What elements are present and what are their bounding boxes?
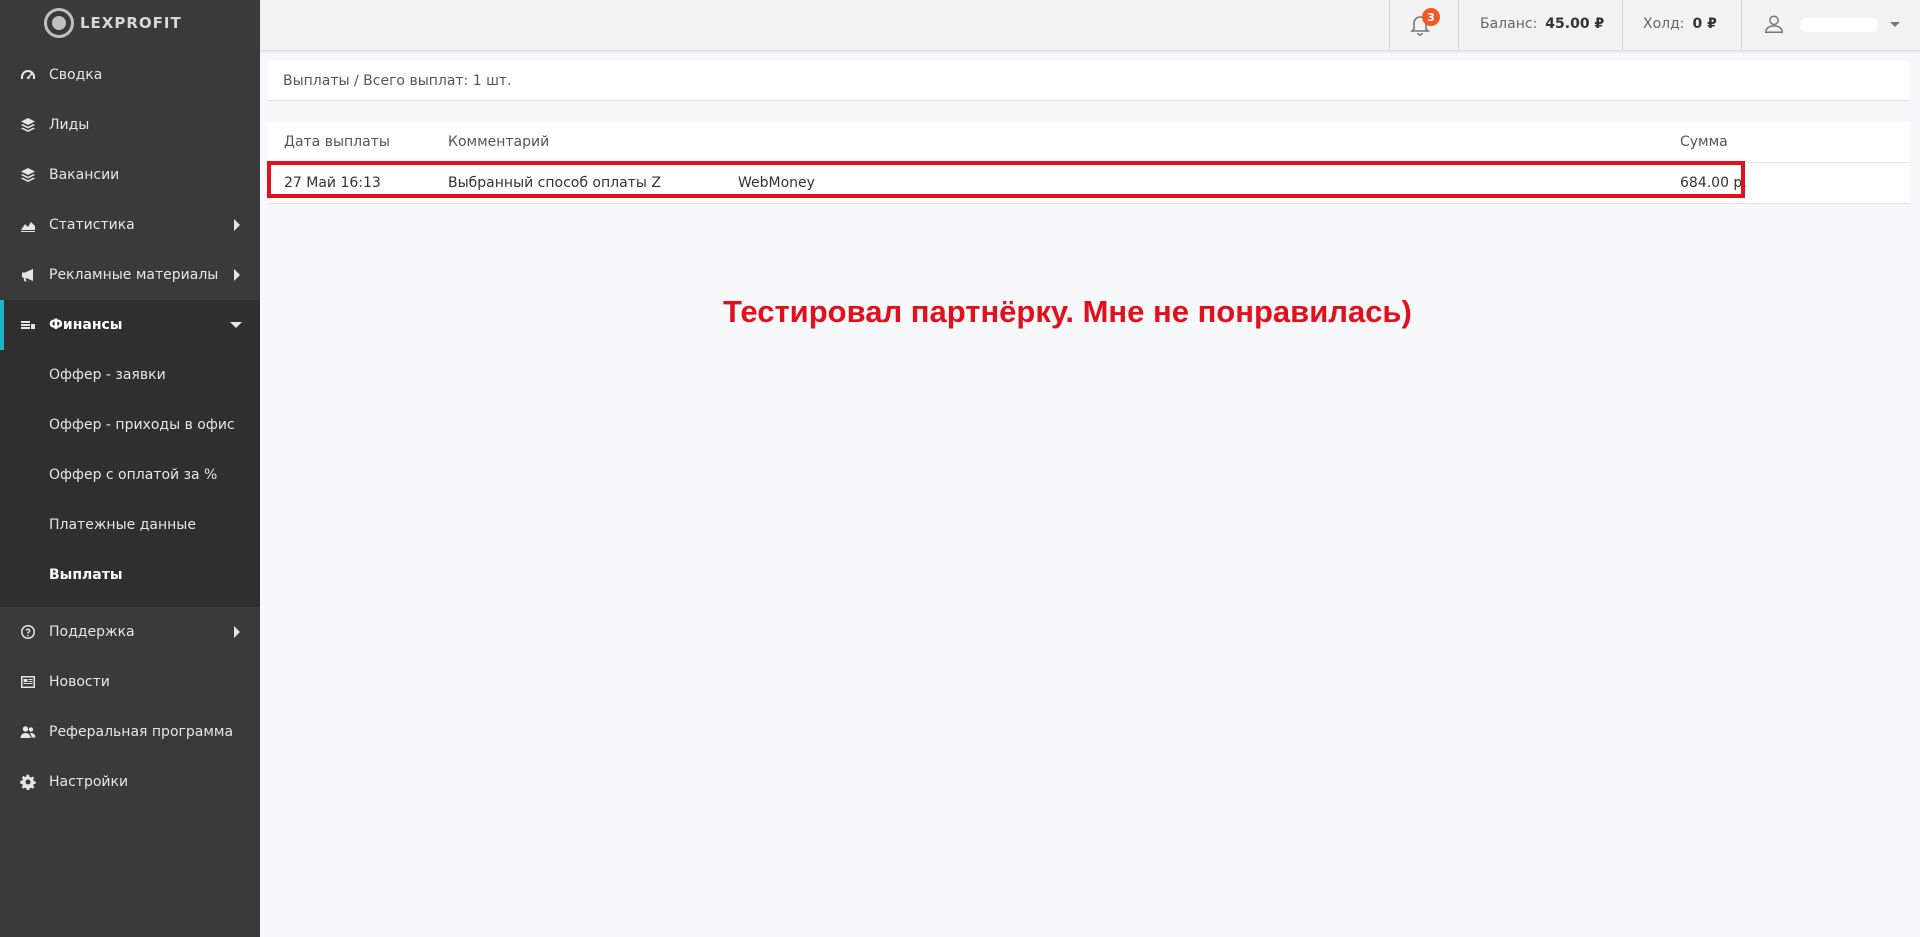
topbar-divider: [1458, 0, 1459, 50]
sidebar-item-label: Статистика: [49, 217, 135, 233]
topbar: 3 Баланс: 45.00 ₽ Холд: 0 ₽: [260, 0, 1920, 51]
notifications-badge: 3: [1422, 8, 1440, 26]
payout-sum: 684.00 р.: [1680, 175, 1747, 191]
sidebar-subitem-offer-office-visits[interactable]: Оффер - приходы в офис: [0, 400, 260, 450]
user-name-redacted[interactable]: [1800, 18, 1878, 32]
speedometer-icon: [18, 67, 38, 83]
brand-name: LEXPROFIT: [80, 14, 182, 32]
sidebar-subitem-offer-percent[interactable]: Оффер с оплатой за %: [0, 450, 260, 500]
sidebar-item-label: Новости: [49, 674, 110, 690]
money-icon: [18, 317, 38, 333]
sidebar-item-support[interactable]: Поддержка: [0, 607, 260, 657]
chevron-down-icon[interactable]: [1890, 22, 1900, 27]
annotation-text: Тестировал партнёрку. Мне не понравилась…: [723, 294, 1412, 329]
question-circle-icon: [18, 624, 38, 640]
sidebar-item-vacancies[interactable]: Вакансии: [0, 150, 260, 200]
newspaper-icon: [18, 674, 38, 690]
sidebar-item-leads[interactable]: Лиды: [0, 100, 260, 150]
logo-icon: [44, 8, 74, 38]
payouts-table: Дата выплаты Комментарий Сумма 27 Май 16…: [268, 122, 1910, 204]
layers-icon: [18, 117, 38, 133]
topbar-divider: [1622, 0, 1623, 50]
sidebar-item-summary[interactable]: Сводка: [0, 50, 260, 100]
sidebar-item-label: Реферальная программа: [49, 724, 234, 740]
gear-icon: [18, 774, 38, 790]
sidebar-subitem-payouts[interactable]: Выплаты: [0, 550, 260, 600]
hold-value: 0 ₽: [1692, 16, 1717, 32]
sidebar-item-label: Лиды: [49, 117, 90, 133]
sidebar-item-label: Рекламные материалы: [49, 267, 219, 283]
balance-value: 45.00 ₽: [1545, 16, 1605, 32]
sidebar-nav: Сводка Лиды Вакансии Статистика Рекламны…: [0, 50, 260, 807]
balance-label: Баланс:: [1480, 16, 1538, 32]
sidebar-item-finance[interactable]: Финансы: [0, 300, 260, 350]
sidebar-item-label: Сводка: [49, 67, 103, 83]
sidebar-item-settings[interactable]: Настройки: [0, 757, 260, 807]
column-header-sum[interactable]: Сумма: [1680, 134, 1728, 150]
balance-display: Баланс: 45.00 ₽: [1480, 16, 1604, 32]
table-header: Дата выплаты Комментарий Сумма: [268, 122, 1910, 163]
payout-comment: Выбранный способ оплаты Z: [448, 175, 661, 191]
sidebar: LEXPROFIT Сводка Лиды Вакансии Статистик…: [0, 0, 260, 937]
layers-icon: [18, 167, 38, 183]
topbar-divider: [1741, 0, 1742, 50]
brand-logo[interactable]: LEXPROFIT: [0, 0, 260, 46]
megaphone-icon: [18, 267, 38, 283]
sidebar-item-label: Настройки: [49, 774, 129, 790]
chevron-right-icon: [234, 626, 240, 638]
chevron-right-icon: [234, 269, 240, 281]
users-icon: [18, 724, 38, 740]
sidebar-item-news[interactable]: Новости: [0, 657, 260, 707]
finance-submenu: Оффер - заявки Оффер - приходы в офис Оф…: [0, 350, 260, 607]
sidebar-item-referral[interactable]: Реферальная программа: [0, 707, 260, 757]
sidebar-item-statistics[interactable]: Статистика: [0, 200, 260, 250]
payout-method: WebMoney: [738, 175, 815, 191]
payout-date: 27 Май 16:13: [284, 175, 381, 191]
chevron-right-icon: [234, 219, 240, 231]
sidebar-item-ad-materials[interactable]: Рекламные материалы: [0, 250, 260, 300]
breadcrumb: Выплаты / Всего выплат: 1 шт.: [268, 61, 1910, 101]
column-header-comment[interactable]: Комментарий: [448, 134, 549, 150]
area-chart-icon: [18, 217, 38, 233]
hold-display: Холд: 0 ₽: [1643, 16, 1717, 32]
user-icon[interactable]: [1763, 13, 1785, 35]
sidebar-subitem-offer-requests[interactable]: Оффер - заявки: [0, 350, 260, 400]
sidebar-item-label: Вакансии: [49, 167, 120, 183]
topbar-divider: [1389, 0, 1390, 50]
sidebar-item-label: Поддержка: [49, 624, 135, 640]
column-header-date[interactable]: Дата выплаты: [284, 134, 390, 150]
table-row[interactable]: 27 Май 16:13 Выбранный способ оплаты Z W…: [268, 163, 1910, 204]
chevron-down-icon: [230, 322, 242, 328]
hold-label: Холд:: [1643, 16, 1685, 32]
sidebar-subitem-payment-details[interactable]: Платежные данные: [0, 500, 260, 550]
sidebar-item-label: Финансы: [49, 317, 123, 333]
